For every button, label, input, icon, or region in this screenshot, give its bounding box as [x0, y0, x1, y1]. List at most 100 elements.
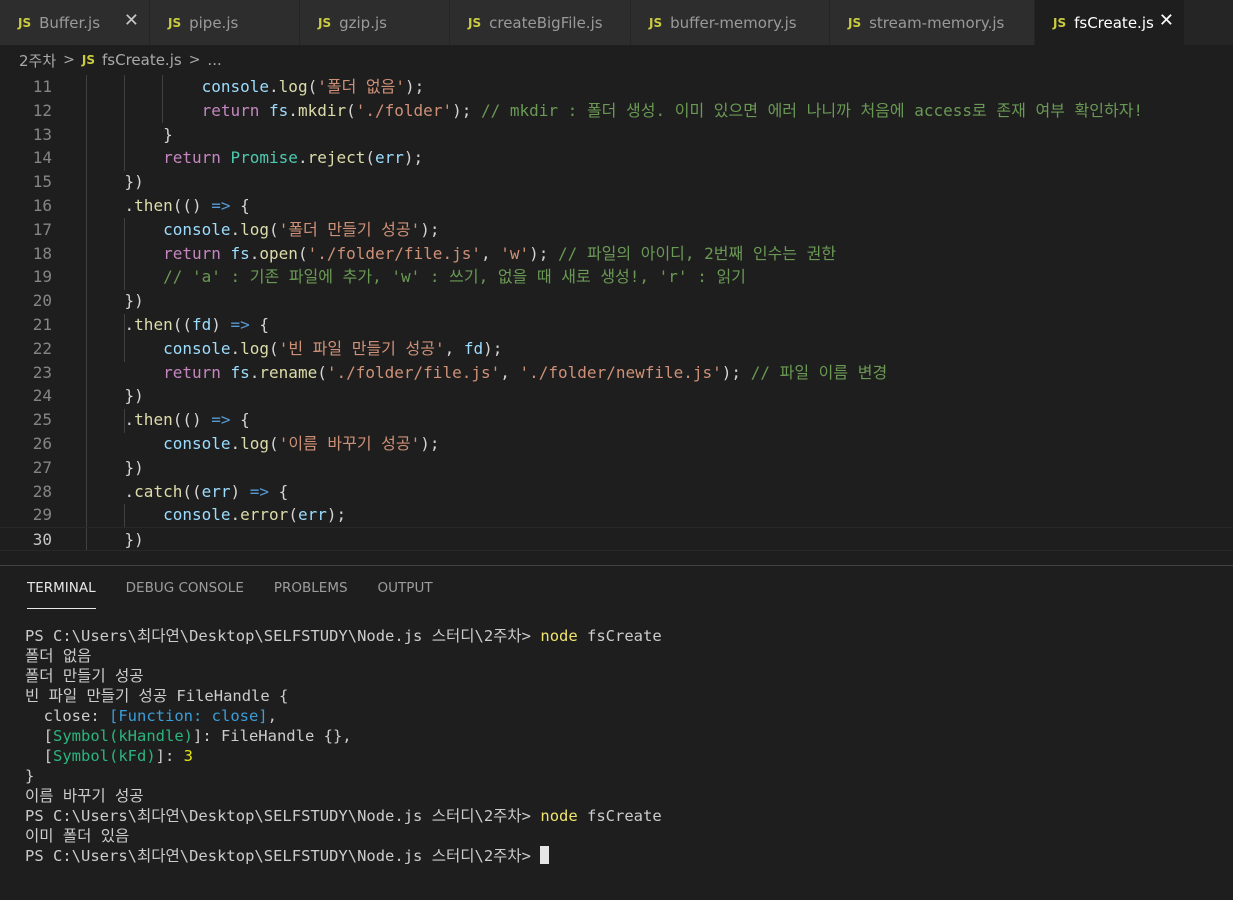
- code-line[interactable]: 15 }): [0, 170, 1233, 194]
- code-line[interactable]: 23 return fs.rename('./folder/file.js', …: [0, 361, 1233, 385]
- code-line[interactable]: 14 return Promise.reject(err);: [0, 146, 1233, 170]
- editor-tab-bar: JS Buffer.js ✕ JS pipe.js JS gzip.js JS …: [0, 0, 1233, 45]
- code-token: }): [86, 172, 144, 192]
- code-line[interactable]: 12 return fs.mkdir('./folder'); // mkdir…: [0, 99, 1233, 123]
- tab-problems[interactable]: PROBLEMS: [274, 566, 348, 610]
- code-token: =>: [230, 315, 250, 334]
- code-line[interactable]: 19 // 'a' : 기존 파일에 추가, 'w' : 쓰기, 없을 때 새로…: [0, 265, 1233, 289]
- code-token: '이름 바꾸기 성공': [278, 434, 421, 453]
- tab-createbigfile-js[interactable]: JS createBigFile.js: [450, 0, 631, 45]
- code-line[interactable]: 17 console.log('폴더 만들기 성공');: [0, 218, 1233, 242]
- code-token: );: [420, 434, 440, 453]
- code-token: ((): [172, 196, 212, 215]
- code-text: }): [86, 456, 144, 480]
- tab-buffer-js[interactable]: JS Buffer.js ✕: [0, 0, 150, 45]
- close-icon[interactable]: ✕: [124, 12, 139, 30]
- code-text: .then(() => {: [86, 408, 250, 432]
- terminal-line: close: [Function: close],: [25, 706, 662, 726]
- line-number: 13: [32, 124, 52, 144]
- breadcrumb-folder[interactable]: 2주차: [19, 50, 56, 71]
- terminal-line: PS C:\Users\최다연\Desktop\SELFSTUDY\Node.j…: [25, 846, 662, 866]
- code-token: './folder/file.js': [307, 243, 481, 263]
- code-token: mkdir: [297, 100, 347, 120]
- code-token: log: [240, 338, 270, 358]
- code-line[interactable]: 18 return fs.open('./folder/file.js', 'w…: [0, 242, 1233, 266]
- close-icon[interactable]: ✕: [1159, 12, 1174, 30]
- code-token: }): [86, 386, 144, 406]
- tab-debug-console[interactable]: DEBUG CONSOLE: [126, 566, 244, 610]
- code-token: return: [163, 243, 221, 263]
- tab-terminal[interactable]: TERMINAL: [27, 566, 96, 610]
- terminal-text: close:: [25, 707, 109, 725]
- terminal-text: PS C:\Users\최다연\Desktop\SELFSTUDY\Node.j…: [25, 847, 541, 865]
- tab-pipe-js[interactable]: JS pipe.js: [150, 0, 300, 45]
- code-line[interactable]: 16 .then(() => {: [0, 194, 1233, 218]
- breadcrumb-file[interactable]: fsCreate.js: [102, 51, 182, 69]
- code-token: './folder': [355, 100, 453, 120]
- code-line[interactable]: 20 }): [0, 289, 1233, 313]
- code-token: .: [297, 148, 308, 168]
- terminal-text: [: [25, 727, 53, 745]
- terminal-text: node: [540, 807, 578, 825]
- breadcrumb-more[interactable]: ...: [207, 51, 221, 69]
- code-token: );: [721, 362, 751, 382]
- tab-fscreate-js[interactable]: JS fsCreate.js ✕: [1035, 0, 1185, 45]
- code-line[interactable]: 25 .then(() => {: [0, 408, 1233, 432]
- line-number: 16: [32, 196, 52, 215]
- code-token: );: [405, 77, 425, 96]
- code-token: reject: [307, 148, 366, 168]
- tab-buffer-memory-js[interactable]: JS buffer-memory.js: [631, 0, 830, 45]
- line-number: 12: [32, 100, 52, 120]
- code-token: =>: [211, 196, 231, 215]
- js-file-icon: JS: [848, 15, 862, 30]
- terminal-text: ]:: [155, 747, 184, 765]
- code-token: (: [297, 243, 308, 263]
- code-token: }): [86, 291, 144, 311]
- code-token: .: [230, 338, 241, 358]
- code-editor[interactable]: 11 console.log('폴더 없음'); 12 return fs.mkd…: [0, 75, 1233, 552]
- code-line[interactable]: 27 }): [0, 456, 1233, 480]
- terminal-output[interactable]: PS C:\Users\최다연\Desktop\SELFSTUDY\Node.j…: [25, 626, 662, 866]
- code-token: console: [163, 219, 231, 239]
- tab-stream-memory-js[interactable]: JS stream-memory.js: [830, 0, 1035, 45]
- code-token: // 파일의 아이디, 2번째 인수는 권한: [558, 243, 837, 263]
- code-line[interactable]: 24 }): [0, 384, 1233, 408]
- terminal-text: ,: [267, 707, 277, 725]
- code-line[interactable]: 13 }: [0, 123, 1233, 147]
- tab-label: gzip.js: [339, 13, 387, 32]
- code-line[interactable]: 28 .catch((err) => {: [0, 480, 1233, 504]
- code-token: {: [249, 315, 270, 334]
- code-token: (: [317, 362, 327, 382]
- tab-label: createBigFile.js: [489, 13, 603, 32]
- terminal-text: PS C:\Users\최다연\Desktop\SELFSTUDY\Node.j…: [25, 807, 541, 825]
- code-token: ((: [172, 315, 192, 334]
- code-text: return Promise.reject(err);: [86, 146, 423, 170]
- line-number: 30: [32, 530, 52, 550]
- terminal-line: }: [25, 766, 662, 786]
- code-token: ((: [182, 481, 202, 501]
- code-token: ,: [480, 243, 501, 263]
- code-text: console.log('이름 바꾸기 성공');: [86, 432, 440, 456]
- code-line[interactable]: 30 }): [0, 527, 1233, 552]
- tab-output[interactable]: OUTPUT: [378, 566, 433, 610]
- code-line[interactable]: 26 console.log('이름 바꾸기 성공');: [0, 432, 1233, 456]
- code-text: console.error(err);: [86, 503, 346, 527]
- terminal-line: PS C:\Users\최다연\Desktop\SELFSTUDY\Node.j…: [25, 626, 662, 646]
- code-text: }): [86, 289, 144, 313]
- code-line[interactable]: 29 console.error(err);: [0, 503, 1233, 527]
- code-token: ): [211, 315, 231, 334]
- code-line[interactable]: 21 .then((fd) => {: [0, 313, 1233, 337]
- code-token: (: [288, 505, 298, 525]
- code-line[interactable]: 11 console.log('폴더 없음');: [0, 75, 1233, 99]
- tab-label: stream-memory.js: [869, 13, 1005, 32]
- terminal-line: PS C:\Users\최다연\Desktop\SELFSTUDY\Node.j…: [25, 806, 662, 826]
- code-token: fd: [463, 338, 484, 358]
- tab-gzip-js[interactable]: JS gzip.js: [300, 0, 450, 45]
- code-token: then: [134, 410, 173, 430]
- code-line[interactable]: 22 console.log('빈 파일 만들기 성공', fd);: [0, 337, 1233, 361]
- line-number: 24: [32, 386, 52, 406]
